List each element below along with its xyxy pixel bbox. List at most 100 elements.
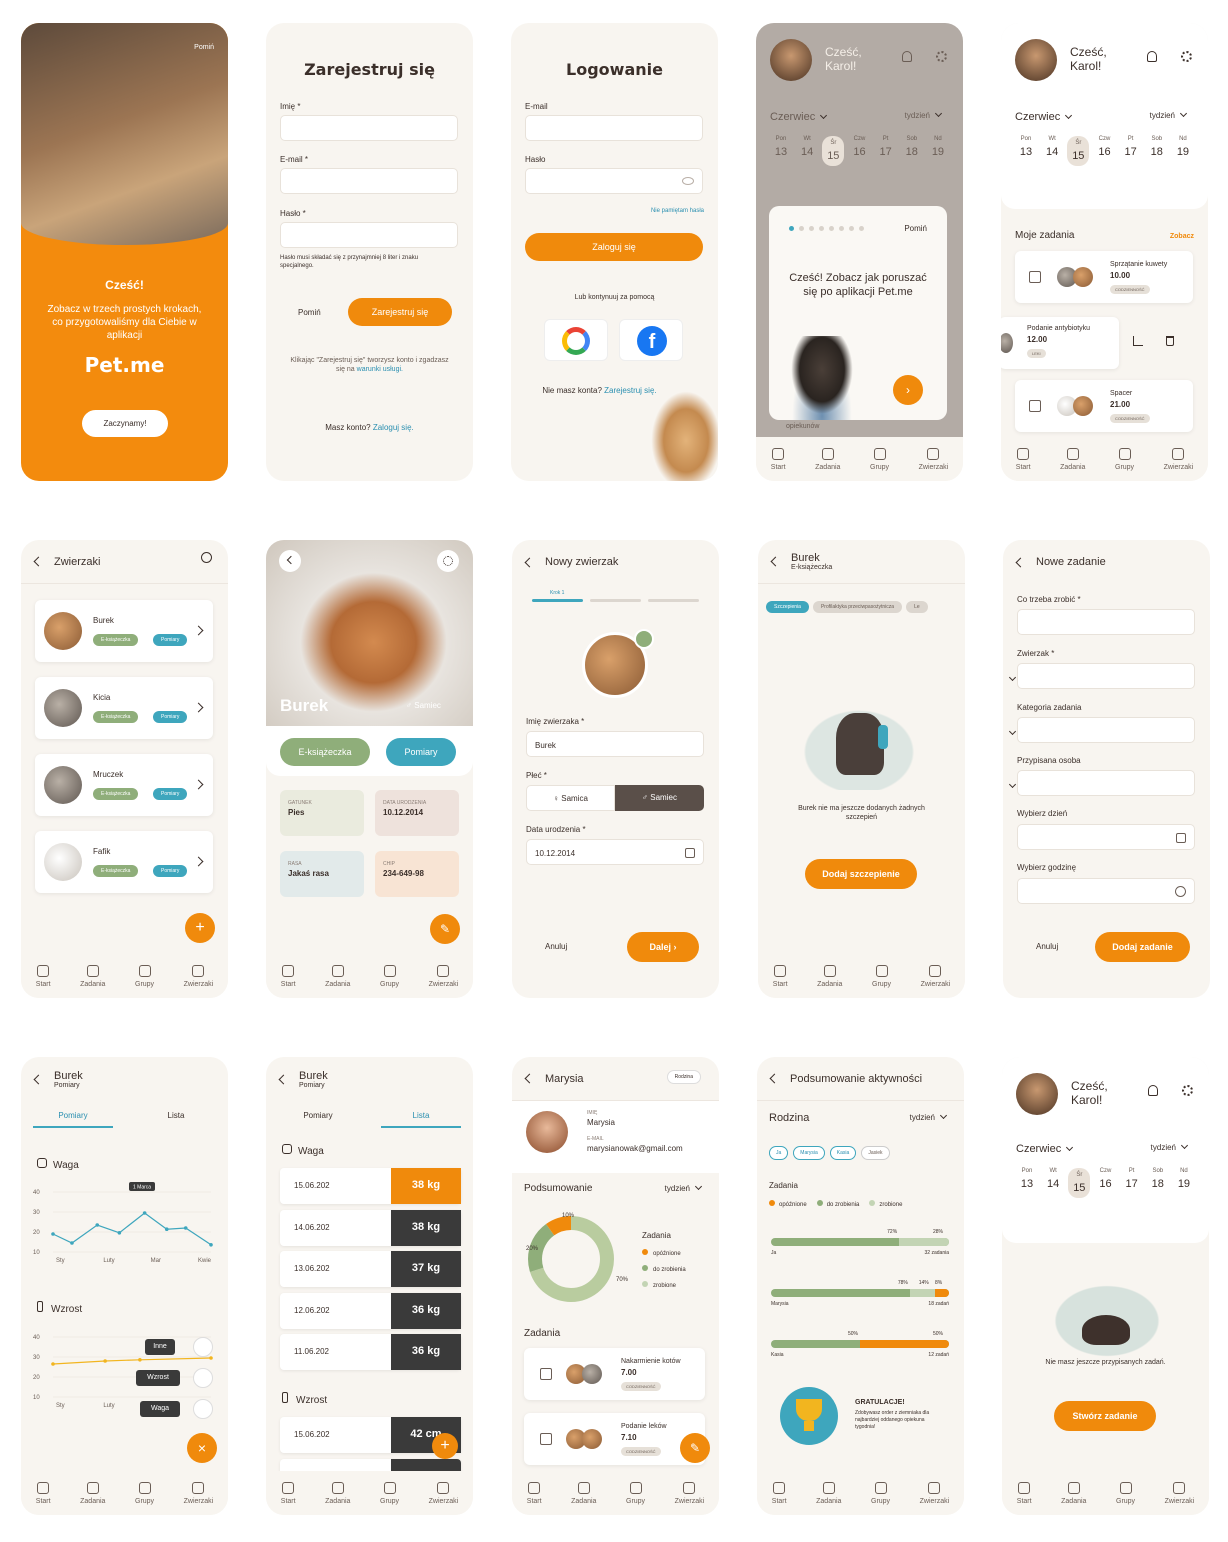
scale-icon[interactable] [193, 1399, 213, 1419]
day-1[interactable]: Wt 14 [1041, 136, 1063, 166]
back-icon[interactable] [524, 557, 535, 567]
nav-pets[interactable]: Zwierzaki [184, 1481, 213, 1505]
gear-icon[interactable] [1182, 1085, 1193, 1096]
nav-pets[interactable]: Zwierzaki [675, 1481, 704, 1505]
nav-groups[interactable]: Grupy [1115, 447, 1134, 471]
nav-groups[interactable]: Grupy [626, 1481, 645, 1505]
task-card-swiped[interactable]: Podanie antybiotyku 12.00 LEKI [1001, 317, 1119, 369]
data-point[interactable] [117, 1231, 122, 1235]
male-option[interactable]: ♂ Samiec [615, 785, 704, 811]
month-select[interactable]: Czerwiec [1016, 1143, 1074, 1155]
register-link[interactable]: Zarejestruj się. [604, 386, 656, 395]
add-pet-button[interactable]: + [185, 913, 215, 943]
add-task-button[interactable]: Dodaj zadanie [1095, 932, 1190, 962]
month-select[interactable]: Czerwiec [1015, 111, 1073, 123]
email-field[interactable] [280, 168, 458, 194]
time-field[interactable] [1017, 878, 1195, 904]
name-field[interactable]: Burek [526, 731, 704, 757]
back-icon[interactable] [770, 556, 781, 567]
task-card[interactable]: Nakarmienie kotów 7.00 CODZIENNOŚĆ [524, 1348, 705, 1400]
terms-link[interactable]: warunki usługi. [357, 366, 403, 373]
category-select[interactable] [1008, 717, 1195, 743]
day-field[interactable] [1017, 824, 1195, 850]
add-button[interactable]: + [432, 1433, 458, 1459]
nav-tasks[interactable]: Zadania [1060, 447, 1085, 471]
weight-row[interactable]: 14.06.202 38 kg [280, 1209, 461, 1246]
pet-select[interactable] [1008, 663, 1195, 689]
day-6[interactable]: Nd 19 [1172, 136, 1194, 166]
nav-pets[interactable]: Zwierzaki [1164, 447, 1193, 471]
pet-card[interactable]: Fafik E-książeczka Pomiary [35, 831, 213, 893]
edit-button[interactable]: ✎ [680, 1433, 710, 1463]
ebook-badge[interactable]: E-książeczka [93, 788, 139, 800]
nav-tasks[interactable]: Zadania [325, 964, 350, 988]
data-point[interactable] [183, 1226, 188, 1230]
day-0[interactable]: Pon 13 [1015, 136, 1037, 166]
member-chip[interactable]: Jasiek [861, 1146, 890, 1160]
day-0[interactable]: Pon 13 [770, 136, 792, 166]
nav-pets[interactable]: Zwierzaki [429, 964, 458, 988]
cancel-button[interactable]: Anuluj [545, 942, 567, 951]
hide-password-icon[interactable] [682, 177, 694, 185]
data-point[interactable] [95, 1223, 100, 1227]
day-2[interactable]: Śr 15 [1068, 1168, 1091, 1198]
back-icon[interactable] [33, 1074, 44, 1084]
range-select[interactable]: tydzień [1151, 1141, 1189, 1152]
day-1[interactable]: Wt 14 [796, 136, 818, 166]
day-4[interactable]: Pt 17 [1120, 136, 1142, 166]
next-button[interactable]: › [893, 375, 923, 405]
day-4[interactable]: Pt 17 [1121, 1168, 1143, 1198]
nav-groups[interactable]: Grupy [135, 964, 154, 988]
calendar-icon[interactable] [1176, 833, 1186, 843]
password-field[interactable] [525, 168, 703, 194]
task-card[interactable]: Spacer 21.00 CODZIENNOŚĆ [1015, 380, 1193, 432]
more-icon[interactable] [193, 1337, 213, 1357]
tab-antiparasitic[interactable]: Profilaktyka przeciwpasożytnicza [812, 601, 903, 613]
range-select[interactable]: tydzień [1150, 109, 1188, 120]
weight-row[interactable]: 11.06.202 36 kg [280, 1334, 461, 1370]
data-point[interactable] [164, 1227, 169, 1231]
range-select[interactable]: tydzień [905, 109, 943, 120]
data-point[interactable] [209, 1243, 213, 1247]
pet-card[interactable]: Mruczek E-książeczka Pomiary [35, 754, 213, 816]
name-field[interactable] [280, 115, 458, 141]
close-menu-button[interactable]: × [187, 1433, 217, 1463]
gear-icon[interactable] [936, 51, 947, 62]
data-point[interactable] [51, 1362, 55, 1366]
measurements-badge[interactable]: Pomiary [153, 865, 188, 877]
task-checkbox[interactable] [1029, 400, 1041, 412]
month-select[interactable]: Czerwiec [770, 111, 828, 123]
login-link[interactable]: Zaloguj się. [373, 423, 414, 432]
nav-groups[interactable]: Grupy [135, 1481, 154, 1505]
measurements-badge[interactable]: Pomiary [153, 788, 188, 800]
ebook-button[interactable]: E-książeczka [280, 738, 370, 766]
nav-pets[interactable]: Zwierzaki [919, 447, 948, 471]
nav-tasks[interactable]: Zadania [816, 1481, 841, 1505]
nav-start[interactable]: Start [527, 1481, 542, 1505]
back-icon[interactable] [33, 556, 44, 567]
data-point[interactable] [138, 1358, 142, 1362]
menu-height[interactable]: Wzrost [136, 1370, 180, 1386]
task-checkbox[interactable] [1029, 271, 1041, 283]
menu-weight[interactable]: Waga [140, 1401, 180, 1417]
back-icon[interactable] [1015, 557, 1026, 567]
skip-link[interactable]: Pomiń [194, 44, 214, 51]
skip-link[interactable]: Pomiń [904, 224, 927, 233]
cancel-button[interactable]: Anuluj [1036, 942, 1058, 951]
member-chip[interactable]: Marysia [793, 1146, 825, 1160]
nav-start[interactable]: Start [36, 964, 51, 988]
member-chip[interactable]: Kasia [829, 1146, 857, 1160]
ebook-badge[interactable]: E-książeczka [93, 634, 139, 646]
register-button[interactable]: Zarejestruj się [348, 298, 452, 326]
see-all-link[interactable]: Zobacz [1170, 233, 1194, 240]
tab-measurements[interactable]: Pomiary [278, 1111, 358, 1120]
measurements-badge[interactable]: Pomiary [153, 634, 188, 646]
password-field[interactable] [280, 222, 458, 248]
bell-icon[interactable] [902, 51, 912, 62]
nav-pets[interactable]: Zwierzaki [184, 964, 213, 988]
day-5[interactable]: Sob 18 [901, 136, 923, 166]
nav-pets[interactable]: Zwierzaki [429, 1481, 458, 1505]
measurements-button[interactable]: Pomiary [386, 738, 456, 766]
edit-button[interactable]: ✎ [430, 914, 460, 944]
camera-icon[interactable] [634, 629, 654, 649]
